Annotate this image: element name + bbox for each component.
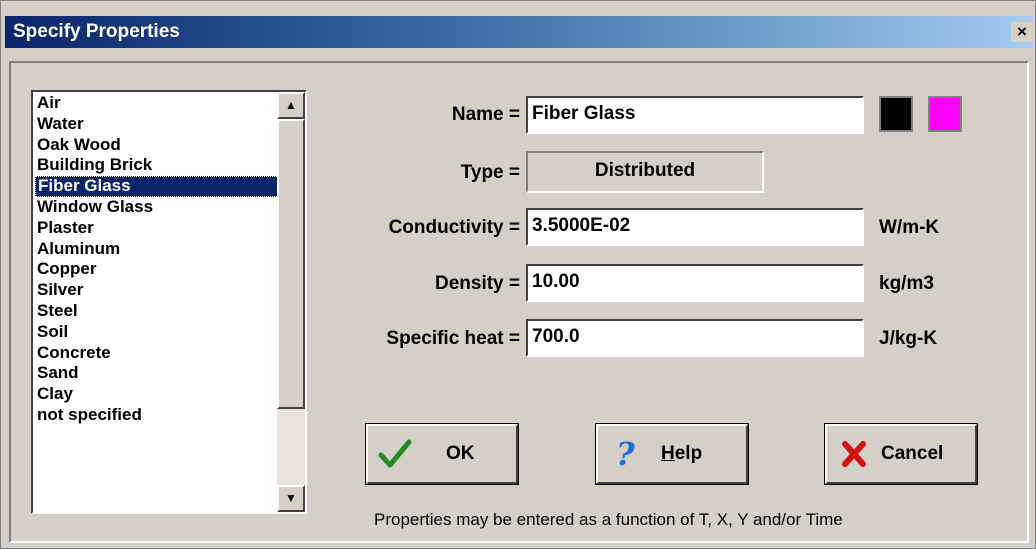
list-item[interactable]: Steel [35, 301, 279, 322]
help-button[interactable]: ? Help [595, 423, 749, 485]
footer-note: Properties may be entered as a function … [374, 510, 843, 529]
check-icon [378, 438, 412, 476]
conductivity-field[interactable]: 3.5000E-02 [526, 208, 864, 246]
list-item[interactable]: Air [35, 93, 279, 114]
name-field[interactable]: Fiber Glass [526, 96, 864, 134]
ok-button[interactable]: OK [365, 423, 519, 485]
cancel-label: Cancel [881, 443, 944, 464]
list-item[interactable]: Plaster [35, 218, 279, 239]
list-item[interactable]: Soil [35, 322, 279, 343]
list-item[interactable]: Sand [35, 363, 279, 384]
list-item[interactable]: Copper [35, 259, 279, 280]
type-value: Distributed [526, 151, 764, 193]
arrow-down-icon: ▼ [285, 491, 297, 505]
scroll-up-button[interactable]: ▲ [277, 92, 305, 119]
material-listbox[interactable]: Air Water Oak Wood Building Brick Fiber Glas… [31, 90, 307, 514]
close-button[interactable]: × [1011, 22, 1033, 42]
list-item[interactable]: Concrete [35, 343, 279, 364]
type-label: Type = [460, 162, 520, 183]
list-scrollbar[interactable]: ▲ ▼ [277, 92, 305, 512]
material-list-items: Air Water Oak Wood Building Brick Fiber Glas… [35, 93, 279, 426]
close-icon: × [1017, 22, 1027, 41]
specific-heat-field[interactable]: 700.0 [526, 319, 864, 357]
specific-heat-unit: J/kg-K [879, 328, 938, 349]
list-item[interactable]: Aluminum [35, 239, 279, 260]
list-item[interactable]: Building Brick [35, 155, 279, 176]
scroll-thumb[interactable] [277, 119, 305, 409]
conductivity-unit: W/m-K [879, 217, 940, 238]
list-item[interactable]: Fiber Glass [35, 176, 279, 197]
outline-color-swatch[interactable] [879, 96, 913, 132]
list-item[interactable]: Window Glass [35, 197, 279, 218]
list-item[interactable]: Silver [35, 280, 279, 301]
density-field[interactable]: 10.00 [526, 264, 864, 302]
specify-properties-dialog: Specify Properties × Air Water Oak Wood Bui… [0, 0, 1036, 549]
ok-label: OK [446, 443, 475, 464]
dialog-title: Specify Properties [13, 21, 180, 42]
scroll-down-button[interactable]: ▼ [277, 485, 305, 512]
cancel-button[interactable]: Cancel [824, 423, 978, 485]
list-item[interactable]: Water [35, 114, 279, 135]
name-label: Name = [451, 104, 520, 125]
question-icon: ? [616, 435, 635, 473]
fill-color-swatch[interactable] [928, 96, 962, 132]
density-label: Density = [434, 273, 520, 294]
list-item[interactable]: Clay [35, 384, 279, 405]
title-bar[interactable]: Specify Properties × [5, 16, 1033, 48]
arrow-up-icon: ▲ [285, 98, 297, 112]
list-item[interactable]: Oak Wood [35, 135, 279, 156]
list-item[interactable]: not specified [35, 405, 279, 426]
x-icon [841, 440, 867, 474]
specific-heat-label: Specific heat = [386, 328, 520, 349]
conductivity-label: Conductivity = [388, 217, 520, 238]
density-unit: kg/m3 [879, 273, 934, 294]
help-label: Help [661, 443, 703, 464]
